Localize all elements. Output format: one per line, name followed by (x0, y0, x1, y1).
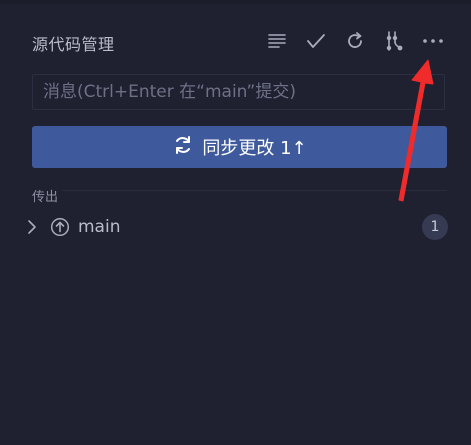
branch-name: main (78, 217, 121, 237)
more-actions-icon[interactable] (420, 28, 446, 54)
panel-title: 源代码管理 (32, 35, 115, 54)
commit-message-input[interactable] (32, 74, 445, 110)
sync-label: 同步更改 1↑ (202, 138, 307, 159)
outgoing-arrow-icon (50, 217, 70, 237)
sync-icon (172, 134, 194, 161)
view-as-tree-icon[interactable] (264, 28, 290, 54)
branch-graph-icon[interactable] (381, 28, 407, 54)
header-actions (264, 28, 446, 54)
section-divider (32, 190, 447, 191)
outgoing-count-badge: 1 (422, 214, 448, 240)
source-control-panel: 源代码管理 消息(Ctrl+Enter 在“main”提交) 同步更改 1↑ 传… (0, 0, 471, 445)
chevron-right-icon[interactable] (24, 219, 40, 235)
commit-check-icon[interactable] (303, 28, 329, 54)
panel-header: 源代码管理 (32, 26, 452, 56)
top-border (0, 0, 471, 4)
sync-changes-button[interactable]: 同步更改 1↑ (32, 126, 447, 168)
refresh-icon[interactable] (342, 28, 368, 54)
outgoing-section-label: 传出 (32, 186, 63, 205)
outgoing-branch-row[interactable]: main 1 (24, 213, 448, 241)
